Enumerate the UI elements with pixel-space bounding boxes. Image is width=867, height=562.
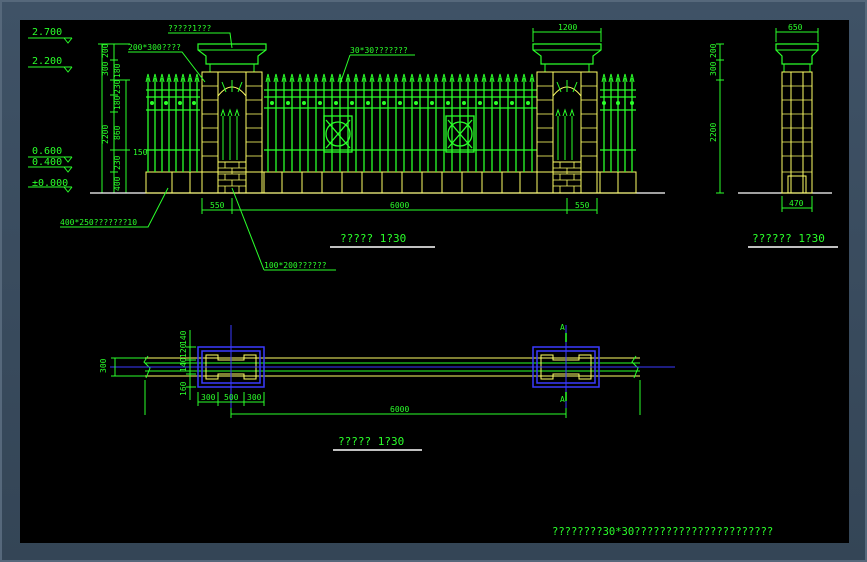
plan-dim-120: 120 [179,343,188,358]
fence-bars-left [146,78,200,172]
plan-dim-300-side: 300 [99,358,108,373]
side-dim-2200: 2200 [709,123,718,142]
side-view[interactable]: 650 470 200 300 2200 ?????? 1?30 [709,23,838,248]
fence-bars-right [600,78,636,172]
right-pillar [532,43,602,194]
dim-text-550-left: 550 [210,201,225,210]
dim-v-400: 400 [113,176,122,191]
rail-rosettes [150,101,634,105]
plan-dim-6000: 6000 [390,405,409,414]
callout-bar: 30*30??????? [350,46,408,55]
left-pillar [197,43,267,194]
section-a-top: A [560,323,565,332]
level-label-2200: 2.200 [32,56,62,67]
callout-cap: ?????1??? [168,24,212,33]
front-elevation[interactable]: 1200 550 6000 550 ?????1??? 200*300???? … [60,23,665,271]
dim-v-300: 300 [101,61,110,76]
level-label-0600: 0.600 [32,146,62,157]
callout-stone: 200*300???? [128,43,181,52]
cad-drawing-canvas[interactable]: 2.700 2.200 0.600 0.400 ±0.000 200 300 1… [20,20,849,543]
plan-title: ????? 1?30 [338,435,404,448]
level-label-0000: ±0.000 [32,178,68,189]
dim-text-1200: 1200 [558,23,577,32]
dim-text-6000: 6000 [390,201,409,210]
drawing-note: ????????30*30?????????????????????? [552,526,773,538]
section-a-bottom: A [560,395,565,404]
dim-v-230a: 230 [113,79,122,94]
side-view-title: ?????? 1?30 [752,232,825,245]
callout-brick: 100*200?????? [264,261,327,270]
cad-drawing-svg: 2.700 2.200 0.600 0.400 ±0.000 200 300 1… [28,23,838,538]
plan-dim-140a: 140 [179,330,188,345]
dim-v-2200: 2200 [101,125,110,144]
base-plinth [145,171,637,194]
dim-v-860: 860 [113,125,122,140]
elevation-title: ????? 1?30 [340,232,406,245]
side-dim-300: 300 [709,61,718,76]
spear-tips [145,73,635,83]
plan-dim-300a: 300 [201,393,216,402]
fence-bars-center [264,78,537,172]
callout-base: 400*250???????10 [60,218,137,227]
dim-text-550-right: 550 [575,201,590,210]
left-vertical-dimension-texts: 200 300 180 230 180 2200 860 150 230 400 [101,43,148,191]
level-label-2700: 2.700 [32,27,62,38]
dim-v-150: 150 [133,148,148,157]
dim-v-230b: 230 [113,155,122,170]
plan-dim-140b: 140 [179,357,188,372]
dim-v-200: 200 [101,43,110,58]
level-label-0400: 0.400 [32,157,62,168]
side-dim-650: 650 [788,23,803,32]
dim-v-180a: 180 [113,63,122,78]
dim-v-180b: 180 [113,95,122,110]
plan-view[interactable]: A A 300 140 120 140 160 300 500 300 6000 [99,323,675,451]
plan-dim-300b: 300 [247,393,262,402]
side-dim-470: 470 [789,199,804,208]
side-dim-200: 200 [709,43,718,58]
plan-dim-160: 160 [179,381,188,396]
plan-dim-500: 500 [224,393,239,402]
